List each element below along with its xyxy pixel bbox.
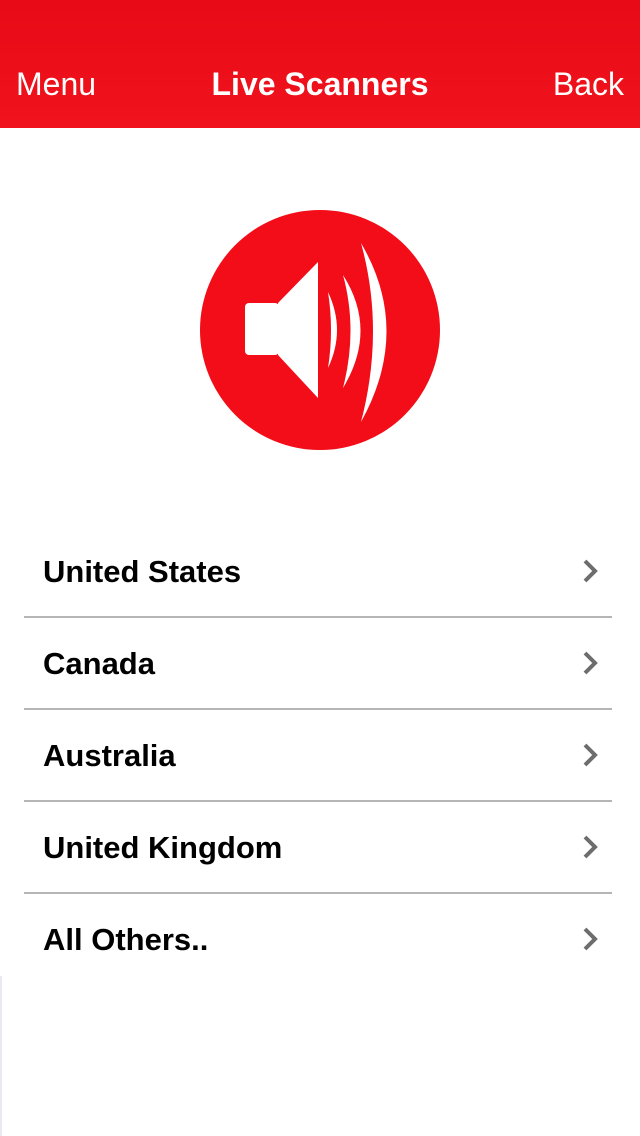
- chevron-right-icon: [583, 651, 598, 675]
- app-screen: Menu Live Scanners Back United States Ca…: [0, 0, 640, 1136]
- list-item-label: Canada: [43, 646, 155, 681]
- menu-button[interactable]: Menu: [16, 64, 96, 104]
- list-item-canada[interactable]: Canada: [24, 618, 612, 710]
- chevron-right-icon: [583, 835, 598, 859]
- list-item-australia[interactable]: Australia: [24, 710, 612, 802]
- logo-circle: [200, 210, 440, 450]
- speaker-volume-icon: [200, 210, 440, 450]
- list-item-united-kingdom[interactable]: United Kingdom: [24, 802, 612, 894]
- chevron-right-icon: [583, 927, 598, 951]
- chevron-right-icon: [583, 743, 598, 767]
- list-item-all-others[interactable]: All Others..: [24, 894, 612, 984]
- list-item-united-states[interactable]: United States: [24, 526, 612, 618]
- back-button[interactable]: Back: [553, 64, 624, 104]
- list-item-label: United States: [43, 554, 242, 589]
- navigation-bar: Menu Live Scanners Back: [0, 0, 640, 128]
- chevron-right-icon: [583, 559, 598, 583]
- speaker-body: [245, 303, 279, 355]
- list-item-label: All Others..: [43, 922, 209, 957]
- region-list: United States Canada Australia United Ki…: [24, 526, 612, 984]
- list-item-label: United Kingdom: [43, 830, 283, 865]
- left-edge-divider: [0, 976, 2, 1136]
- list-item-label: Australia: [43, 738, 176, 773]
